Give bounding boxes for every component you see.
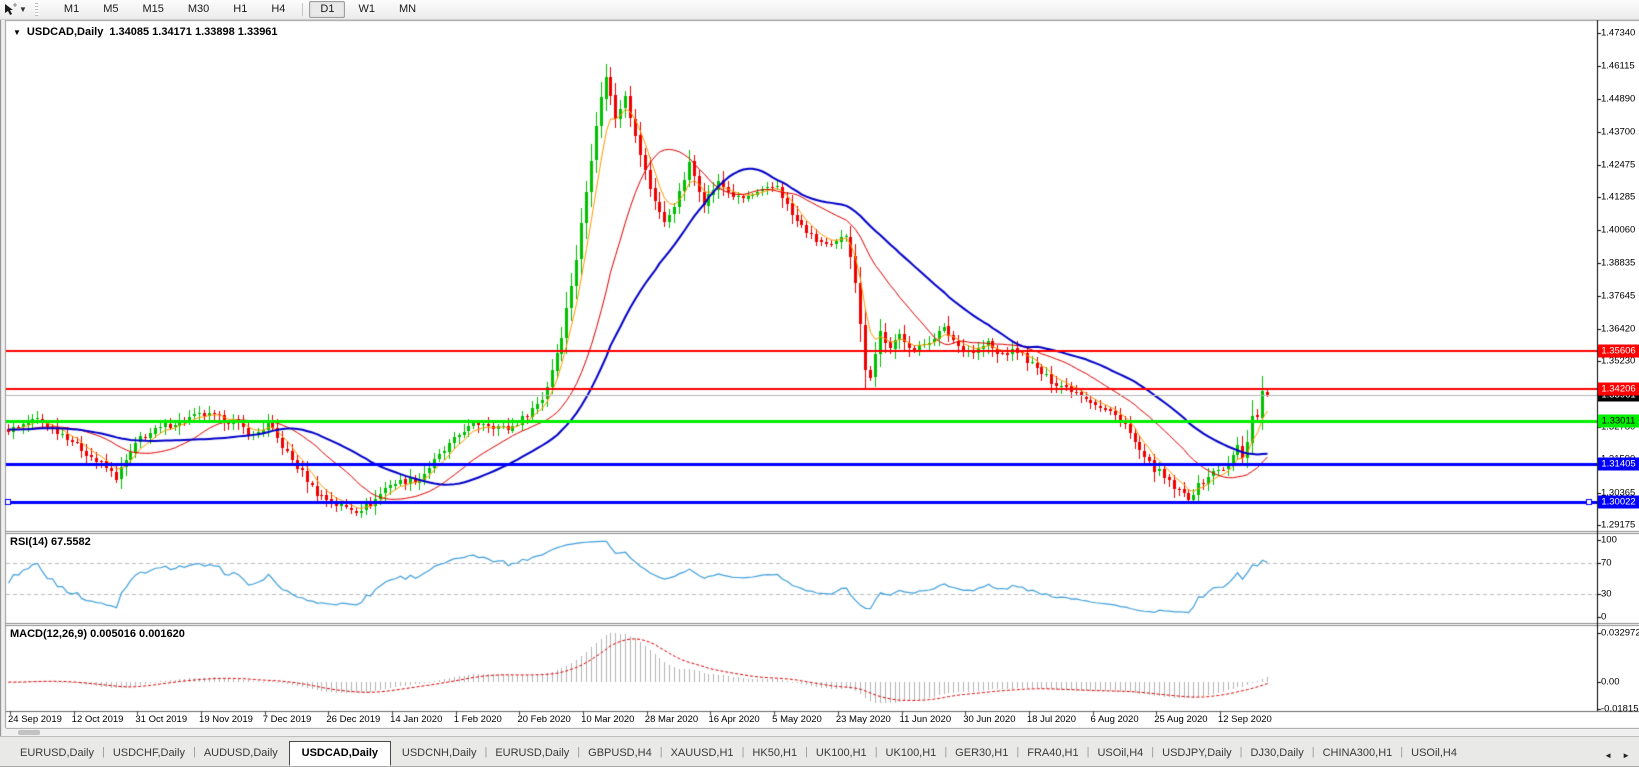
date-axis-label: 25 Aug 2020	[1154, 714, 1208, 725]
macd-scale-tick: -0.01815	[1601, 703, 1639, 715]
price-line-label[interactable]: 1.30022	[1598, 495, 1639, 509]
date-axis-label: 1 Feb 2020	[453, 714, 502, 725]
symbol-label: USDCAD,Daily	[26, 26, 104, 38]
macd-scale-tick: 0.00	[1601, 676, 1620, 688]
ohlc-values: 1.34085 1.34171 1.33898 1.33961	[109, 26, 278, 38]
timeframe-button-mn[interactable]: MN	[388, 1, 427, 18]
date-axis-label: 19 Nov 2019	[199, 714, 253, 725]
date-axis-label: 5 May 2020	[772, 714, 822, 725]
price-axis-tick: 1.43700	[1601, 126, 1636, 138]
chart-tab-hk50-h1[interactable]: HK50,H1	[744, 743, 805, 764]
chart-tabs: EURUSD,Daily|USDCHF,Daily|AUDUSD,Daily|U…	[0, 739, 1600, 766]
price-axis-tick: 1.37645	[1601, 290, 1636, 301]
date-axis-label: 6 Aug 2020	[1090, 714, 1139, 725]
date-axis-label: 14 Jan 2020	[390, 714, 443, 725]
timeframe-button-m5[interactable]: M5	[92, 1, 129, 18]
collapse-triangle-icon[interactable]: ▼	[13, 28, 21, 37]
price-axis-tick: 1.44890	[1601, 93, 1636, 105]
chart-tab-usdcad-daily[interactable]: USDCAD,Daily	[288, 741, 392, 766]
chart-tabbar: EURUSD,Daily|USDCHF,Daily|AUDUSD,Daily|U…	[0, 736, 1639, 767]
chart-tab-usdcnh-daily[interactable]: USDCNH,Daily	[394, 743, 485, 764]
date-axis-label: 7 Dec 2019	[262, 714, 312, 725]
date-axis-label: 12 Oct 2019	[71, 714, 124, 725]
date-axis-label: 10 Mar 2020	[581, 714, 635, 725]
chart-hscrollbar[interactable]	[6, 729, 1639, 736]
chart-symbol-title: ▼ USDCAD,Daily 1.34085 1.34171 1.33898 1…	[13, 26, 278, 38]
tab-scroll-arrows: ◄ ►	[1600, 751, 1639, 766]
chart-tab-gbpusd-h4[interactable]: GBPUSD,H4	[580, 743, 660, 764]
price-line-label[interactable]: 1.31405	[1598, 457, 1639, 471]
price-axis-tick: 1.47340	[1601, 27, 1636, 39]
price-axis-tick: 1.36420	[1601, 323, 1636, 335]
date-axis-label: 12 Sep 2020	[1217, 714, 1272, 725]
toolbar-grip[interactable]	[34, 3, 38, 16]
rsi-scale-tick: 30	[1601, 588, 1612, 600]
date-axis-label: 20 Feb 2020	[517, 714, 571, 725]
rsi-scale-tick: 70	[1601, 557, 1612, 569]
price-axis-tick: 1.42475	[1601, 159, 1636, 171]
price-line-label[interactable]: 1.33011	[1598, 414, 1639, 428]
chart-tab-uk100-h1[interactable]: UK100,H1	[808, 743, 875, 764]
chart-tab-usoil-h4[interactable]: USOil,H4	[1403, 743, 1465, 764]
chart-tab-ger30-h1[interactable]: GER30,H1	[947, 743, 1016, 764]
date-axis-label: 28 Mar 2020	[644, 714, 699, 725]
chart-tab-usdchf-daily[interactable]: USDCHF,Daily	[105, 743, 193, 764]
toolbar-divider	[302, 3, 304, 16]
timeframe-button-w1[interactable]: W1	[347, 1, 386, 18]
date-axis-label: 24 Sep 2019	[8, 714, 62, 725]
date-axis-label: 30 Jun 2020	[963, 714, 1016, 725]
date-axis-label: 18 Jul 2020	[1026, 714, 1076, 725]
price-axis-tick: 1.38835	[1601, 257, 1636, 269]
price-axis-tick: 1.41285	[1601, 191, 1636, 203]
chart-tab-usoil-h4[interactable]: USOil,H4	[1089, 743, 1151, 764]
chart-tab-audusd-daily[interactable]: AUDUSD,Daily	[196, 743, 286, 764]
price-line-label[interactable]: 1.35606	[1598, 344, 1639, 358]
price-axis-tick: 1.46115	[1601, 60, 1635, 72]
price-axis-tick: 1.40060	[1601, 224, 1636, 236]
rsi-scale-tick: 100	[1601, 534, 1617, 546]
date-axis-label: 26 Dec 2019	[326, 714, 381, 725]
timeframe-buttons-group: M1 M5 M15 M30 H1 H4 D1 W1 MN	[52, 1, 428, 18]
date-axis-label: 23 May 2020	[835, 714, 891, 725]
chart-tab-uk100-h1[interactable]: UK100,H1	[878, 743, 945, 764]
timeframe-toolbar: ▼ M1 M5 M15 M30 H1 H4 D1 W1 MN	[0, 0, 1639, 20]
timeframe-button-m1[interactable]: M1	[53, 1, 90, 18]
timeframe-button-m15[interactable]: M15	[131, 1, 174, 18]
date-axis-label: 16 Apr 2020	[708, 714, 760, 725]
date-axis-label: 11 Jun 2020	[899, 714, 952, 725]
chart-tab-dj30-daily[interactable]: DJ30,Daily	[1243, 743, 1312, 764]
price-axis-tick: 1.29175	[1601, 519, 1636, 531]
price-line-label[interactable]: 1.34206	[1598, 382, 1639, 396]
timeframe-button-d1[interactable]: D1	[309, 1, 346, 18]
chart-tab-usdjpy-daily[interactable]: USDJPY,Daily	[1154, 743, 1240, 764]
tab-scroll-right-icon[interactable]: ►	[1622, 751, 1630, 760]
chevron-down-icon[interactable]: ▼	[19, 5, 27, 14]
chart-tab-fra40-h1[interactable]: FRA40,H1	[1019, 743, 1086, 764]
chart-canvas[interactable]	[0, 0, 1639, 765]
chart-tab-china300-h1[interactable]: CHINA300,H1	[1315, 743, 1401, 764]
timeframe-button-h4[interactable]: H4	[260, 1, 296, 18]
cursor-crosshair-icon[interactable]	[3, 3, 18, 16]
rsi-scale-tick: 0	[1601, 611, 1607, 623]
macd-scale-tick: 0.032972	[1601, 627, 1639, 639]
timeframe-button-h1[interactable]: H1	[222, 1, 258, 18]
chart-tab-eurusd-daily[interactable]: EURUSD,Daily	[487, 743, 577, 764]
timeframe-button-m30[interactable]: M30	[177, 1, 220, 18]
macd-label: MACD(12,26,9) 0.005016 0.001620	[10, 628, 185, 640]
date-axis-label: 31 Oct 2019	[135, 714, 188, 725]
tab-scroll-left-icon[interactable]: ◄	[1604, 751, 1612, 760]
chart-tab-eurusd-daily[interactable]: EURUSD,Daily	[12, 743, 102, 764]
hscrollbar-thumb[interactable]	[18, 730, 40, 735]
rsi-label: RSI(14) 67.5582	[10, 536, 91, 548]
chart-tab-xauusd-h1[interactable]: XAUUSD,H1	[663, 743, 742, 764]
